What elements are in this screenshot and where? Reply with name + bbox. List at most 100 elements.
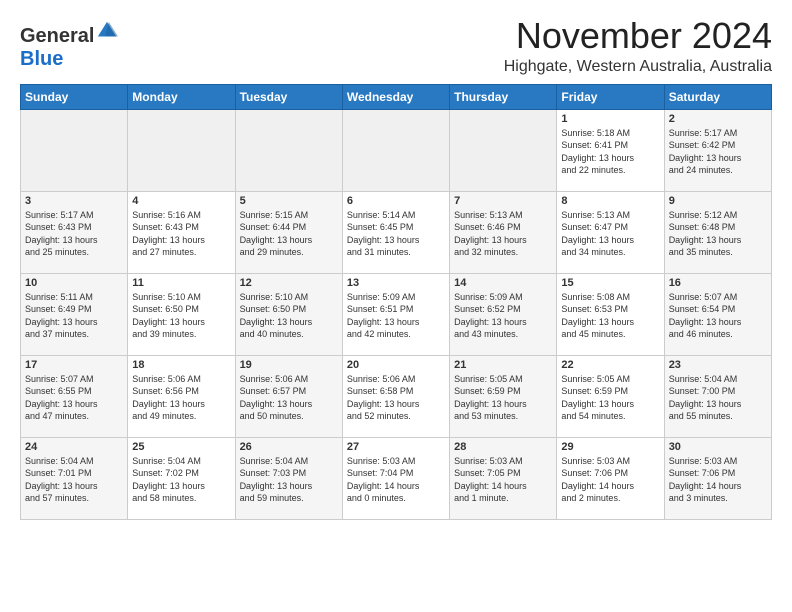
day-info: Sunrise: 5:03 AM Sunset: 7:06 PM Dayligh… — [669, 455, 767, 505]
day-number: 4 — [132, 195, 230, 207]
calendar-cell: 26Sunrise: 5:04 AM Sunset: 7:03 PM Dayli… — [235, 437, 342, 519]
day-header-monday: Monday — [128, 84, 235, 109]
calendar-cell: 18 Sunrise: 5:06 AM Sunset: 6:56 PM Dayli… — [128, 355, 235, 437]
day-info: Sunrise: 5:09 AM Sunset: 6:52 PM Dayligh… — [454, 291, 552, 341]
day-info: Sunrise: 5:03 AM Sunset: 7:06 PM Dayligh… — [561, 455, 659, 505]
calendar-cell: 21Sunrise: 5:05 AM Sunset: 6:59 PM Dayli… — [450, 355, 557, 437]
month-title: November 2024 — [504, 16, 772, 56]
day-number: 7 — [454, 195, 552, 207]
calendar-cell: 28Sunrise: 5:03 AM Sunset: 7:05 PM Dayli… — [450, 437, 557, 519]
day-info: Sunrise: 5:07 AM Sunset: 6:54 PM Dayligh… — [669, 291, 767, 341]
day-info: Sunrise: 5:13 AM Sunset: 6:47 PM Dayligh… — [561, 209, 659, 259]
calendar-cell: 6Sunrise: 5:14 AM Sunset: 6:45 PM Daylig… — [342, 191, 449, 273]
logo: General Blue — [20, 16, 118, 71]
calendar-cell: 24 Sunrise: 5:04 AM Sunset: 7:01 PM Dayli… — [21, 437, 128, 519]
calendar-cell: 29Sunrise: 5:03 AM Sunset: 7:06 PM Dayli… — [557, 437, 664, 519]
calendar-cell — [450, 109, 557, 191]
logo-blue-text: Blue — [20, 48, 63, 71]
logo-general-text: General — [20, 25, 94, 48]
calendar-cell: 20 Sunrise: 5:06 AM Sunset: 6:58 PM Dayli… — [342, 355, 449, 437]
day-number: 24 — [25, 441, 123, 453]
calendar-cell: 23Sunrise: 5:04 AM Sunset: 7:00 PM Dayli… — [664, 355, 771, 437]
calendar-cell: 12 Sunrise: 5:10 AM Sunset: 6:50 PM Dayli… — [235, 273, 342, 355]
day-number: 22 — [561, 359, 659, 371]
calendar-cell: 17 Sunrise: 5:07 AM Sunset: 6:55 PM Dayli… — [21, 355, 128, 437]
day-info: Sunrise: 5:10 AM Sunset: 6:50 PM Dayligh… — [240, 291, 338, 341]
day-info: Sunrise: 5:16 AM Sunset: 6:43 PM Dayligh… — [132, 209, 230, 259]
calendar-cell — [342, 109, 449, 191]
day-number: 12 — [240, 277, 338, 289]
day-info: Sunrise: 5:12 AM Sunset: 6:48 PM Dayligh… — [669, 209, 767, 259]
calendar-cell: 13Sunrise: 5:09 AM Sunset: 6:51 PM Dayli… — [342, 273, 449, 355]
day-info: Sunrise: 5:11 AM Sunset: 6:49 PM Dayligh… — [25, 291, 123, 341]
day-header-thursday: Thursday — [450, 84, 557, 109]
calendar-cell: 9Sunrise: 5:12 AM Sunset: 6:48 PM Daylig… — [664, 191, 771, 273]
logo-icon — [96, 20, 118, 42]
calendar-header-row: SundayMondayTuesdayWednesdayThursdayFrid… — [21, 84, 772, 109]
calendar-week-3: 10Sunrise: 5:11 AM Sunset: 6:49 PM Dayli… — [21, 273, 772, 355]
day-info: Sunrise: 5:03 AM Sunset: 7:05 PM Dayligh… — [454, 455, 552, 505]
day-info: Sunrise: 5:04 AM Sunset: 7:03 PM Dayligh… — [240, 455, 338, 505]
calendar-cell: 22 Sunrise: 5:05 AM Sunset: 6:59 PM Dayli… — [557, 355, 664, 437]
day-info: Sunrise: 5:07 AM Sunset: 6:55 PM Dayligh… — [25, 373, 123, 423]
calendar-cell: 5 Sunrise: 5:15 AM Sunset: 6:44 PM Daylig… — [235, 191, 342, 273]
day-number: 25 — [132, 441, 230, 453]
day-number: 14 — [454, 277, 552, 289]
day-info: Sunrise: 5:15 AM Sunset: 6:44 PM Dayligh… — [240, 209, 338, 259]
day-info: Sunrise: 5:13 AM Sunset: 6:46 PM Dayligh… — [454, 209, 552, 259]
calendar-cell: 16 Sunrise: 5:07 AM Sunset: 6:54 PM Dayli… — [664, 273, 771, 355]
day-header-wednesday: Wednesday — [342, 84, 449, 109]
calendar-week-4: 17 Sunrise: 5:07 AM Sunset: 6:55 PM Dayli… — [21, 355, 772, 437]
calendar-cell: 7 Sunrise: 5:13 AM Sunset: 6:46 PM Daylig… — [450, 191, 557, 273]
calendar-cell: 2Sunrise: 5:17 AM Sunset: 6:42 PM Daylig… — [664, 109, 771, 191]
header: General Blue November 2024 Highgate, Wes… — [20, 16, 772, 76]
day-info: Sunrise: 5:06 AM Sunset: 6:57 PM Dayligh… — [240, 373, 338, 423]
calendar-week-2: 3Sunrise: 5:17 AM Sunset: 6:43 PM Daylig… — [21, 191, 772, 273]
location: Highgate, Western Australia, Australia — [504, 58, 772, 76]
day-number: 18 — [132, 359, 230, 371]
day-info: Sunrise: 5:10 AM Sunset: 6:50 PM Dayligh… — [132, 291, 230, 341]
calendar-body: 1Sunrise: 5:18 AM Sunset: 6:41 PM Daylig… — [21, 109, 772, 519]
day-info: Sunrise: 5:06 AM Sunset: 6:58 PM Dayligh… — [347, 373, 445, 423]
calendar-cell: 27 Sunrise: 5:03 AM Sunset: 7:04 PM Dayli… — [342, 437, 449, 519]
calendar-cell: 15 Sunrise: 5:08 AM Sunset: 6:53 PM Dayli… — [557, 273, 664, 355]
calendar-cell: 30 Sunrise: 5:03 AM Sunset: 7:06 PM Dayli… — [664, 437, 771, 519]
calendar-cell: 11 Sunrise: 5:10 AM Sunset: 6:50 PM Dayli… — [128, 273, 235, 355]
day-number: 17 — [25, 359, 123, 371]
title-block: November 2024 Highgate, Western Australi… — [504, 16, 772, 76]
day-header-sunday: Sunday — [21, 84, 128, 109]
calendar-cell — [235, 109, 342, 191]
day-info: Sunrise: 5:03 AM Sunset: 7:04 PM Dayligh… — [347, 455, 445, 505]
day-number: 27 — [347, 441, 445, 453]
calendar-cell: 8 Sunrise: 5:13 AM Sunset: 6:47 PM Daylig… — [557, 191, 664, 273]
calendar-cell: 1Sunrise: 5:18 AM Sunset: 6:41 PM Daylig… — [557, 109, 664, 191]
calendar: SundayMondayTuesdayWednesdayThursdayFrid… — [20, 84, 772, 520]
day-info: Sunrise: 5:08 AM Sunset: 6:53 PM Dayligh… — [561, 291, 659, 341]
day-info: Sunrise: 5:17 AM Sunset: 6:42 PM Dayligh… — [669, 127, 767, 177]
day-info: Sunrise: 5:06 AM Sunset: 6:56 PM Dayligh… — [132, 373, 230, 423]
calendar-cell: 10Sunrise: 5:11 AM Sunset: 6:49 PM Dayli… — [21, 273, 128, 355]
calendar-cell — [21, 109, 128, 191]
calendar-cell: 3Sunrise: 5:17 AM Sunset: 6:43 PM Daylig… — [21, 191, 128, 273]
calendar-cell — [128, 109, 235, 191]
day-info: Sunrise: 5:17 AM Sunset: 6:43 PM Dayligh… — [25, 209, 123, 259]
day-info: Sunrise: 5:04 AM Sunset: 7:02 PM Dayligh… — [132, 455, 230, 505]
day-number: 15 — [561, 277, 659, 289]
day-info: Sunrise: 5:18 AM Sunset: 6:41 PM Dayligh… — [561, 127, 659, 177]
day-info: Sunrise: 5:05 AM Sunset: 6:59 PM Dayligh… — [561, 373, 659, 423]
day-number: 30 — [669, 441, 767, 453]
day-info: Sunrise: 5:04 AM Sunset: 7:00 PM Dayligh… — [669, 373, 767, 423]
day-number: 21 — [454, 359, 552, 371]
calendar-cell: 4 Sunrise: 5:16 AM Sunset: 6:43 PM Daylig… — [128, 191, 235, 273]
day-number: 5 — [240, 195, 338, 207]
day-number: 20 — [347, 359, 445, 371]
calendar-cell: 14 Sunrise: 5:09 AM Sunset: 6:52 PM Dayli… — [450, 273, 557, 355]
day-number: 8 — [561, 195, 659, 207]
day-number: 11 — [132, 277, 230, 289]
day-info: Sunrise: 5:09 AM Sunset: 6:51 PM Dayligh… — [347, 291, 445, 341]
day-number: 16 — [669, 277, 767, 289]
day-info: Sunrise: 5:14 AM Sunset: 6:45 PM Dayligh… — [347, 209, 445, 259]
day-info: Sunrise: 5:04 AM Sunset: 7:01 PM Dayligh… — [25, 455, 123, 505]
calendar-cell: 25 Sunrise: 5:04 AM Sunset: 7:02 PM Dayli… — [128, 437, 235, 519]
calendar-week-1: 1Sunrise: 5:18 AM Sunset: 6:41 PM Daylig… — [21, 109, 772, 191]
